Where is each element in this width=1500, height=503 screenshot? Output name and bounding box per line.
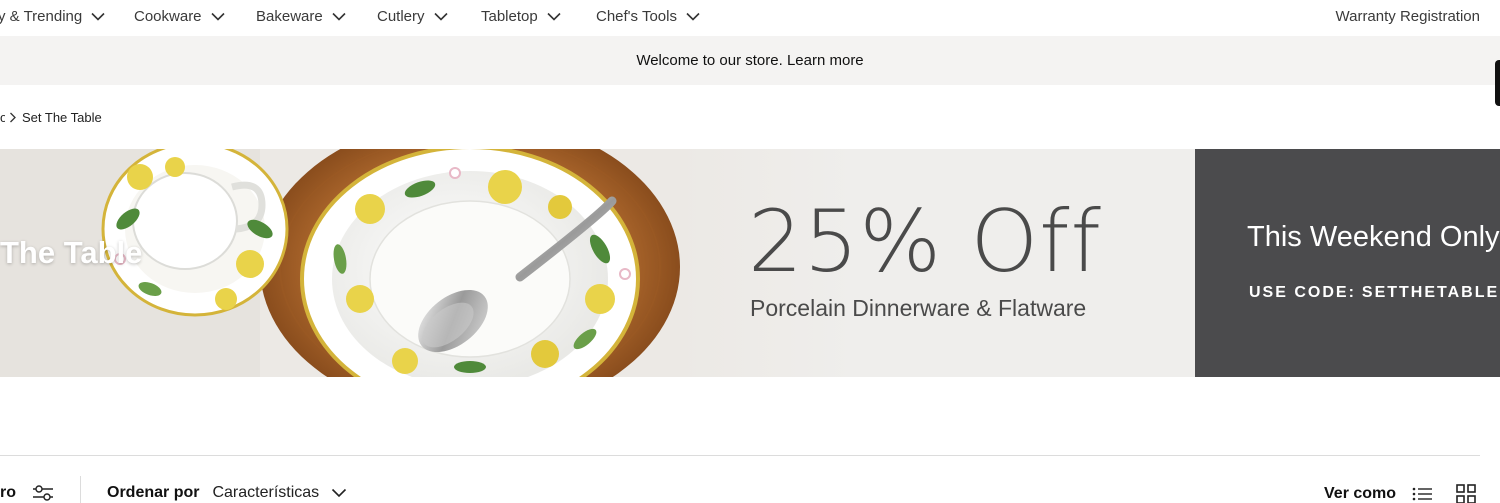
hero-subtitle: Porcelain Dinnerware & Flatware [750, 295, 1087, 321]
nav-item-label: Cutlery [377, 7, 425, 25]
breadcrumb-link[interactable]: o [0, 110, 5, 125]
warranty-registration-link[interactable]: Warranty Registration [1336, 5, 1481, 27]
chevron-down-icon [332, 12, 346, 21]
nav-item-label: Bakeware [256, 7, 323, 25]
promo-heading: This Weekend Only [1247, 221, 1500, 253]
chevron-down-icon [210, 12, 225, 21]
grid-view-icon [1456, 484, 1476, 503]
divider [0, 455, 1480, 456]
chevron-down-icon [91, 12, 105, 21]
nav-item-label: Chef's Tools [596, 7, 677, 25]
hero-offer: 25% Off [748, 192, 1102, 292]
nav-item-bakeware[interactable]: Bakeware [256, 5, 346, 27]
chevron-down-icon [686, 12, 700, 21]
grid-view-button[interactable] [1456, 484, 1476, 503]
nav-item-label: y & Trending [0, 7, 83, 25]
promo-banner[interactable]: The Table 25% Off Porcelain Dinnerware &… [0, 149, 1500, 377]
collection-toolbar: ro Ordenar por Características Ver como [0, 476, 1500, 503]
nav-item-cutlery[interactable]: Cutlery [377, 5, 448, 27]
nav-item-new-trending[interactable]: y & Trending [0, 5, 105, 27]
view-label: Ver como [1324, 485, 1397, 502]
nav-item-label: Tabletop [481, 7, 538, 25]
top-navigation: y & Trending Cookware Bakeware Cutlery T… [0, 0, 1500, 36]
breadcrumb-current: Set The Table [22, 109, 102, 125]
side-tab[interactable] [1495, 60, 1500, 106]
nav-item-tabletop[interactable]: Tabletop [481, 5, 561, 27]
nav-item-chefs-tools[interactable]: Chef's Tools [596, 5, 700, 27]
sort-label: Ordenar por [107, 484, 200, 501]
chevron-down-icon [547, 12, 561, 21]
promo-code-panel: This Weekend Only USE CODE: SETTHETABLE [1195, 149, 1500, 377]
sort-select[interactable]: Características [212, 484, 347, 502]
list-view-icon [1412, 487, 1433, 501]
toolbar-separator [80, 476, 81, 503]
chevron-right-icon [9, 112, 16, 123]
filter-button[interactable]: ro [0, 484, 54, 502]
chevron-down-icon [433, 12, 448, 21]
breadcrumb: o Set The Table [0, 107, 102, 127]
nav-item-label: Cookware [134, 7, 202, 25]
announcement-text[interactable]: Welcome to our store. Learn more [636, 52, 863, 69]
list-view-button[interactable] [1412, 486, 1433, 502]
nav-item-cookware[interactable]: Cookware [134, 5, 225, 27]
promo-code-label: USE CODE: [1249, 284, 1356, 301]
announcement-bar: Welcome to our store. Learn more [0, 36, 1500, 85]
sort-value: Características [212, 484, 320, 501]
hero-title: The Table [0, 235, 143, 270]
filter-label: ro [0, 484, 16, 501]
promo-code-value: SETTHETABLE [1361, 284, 1500, 301]
view-toggle: Ver como [1324, 484, 1476, 503]
promo-code: USE CODE: SETTHETABLE [1249, 284, 1499, 302]
filter-sliders-icon [33, 485, 53, 501]
chevron-down-icon [332, 488, 347, 498]
sort-control: Ordenar por Características [107, 484, 347, 502]
